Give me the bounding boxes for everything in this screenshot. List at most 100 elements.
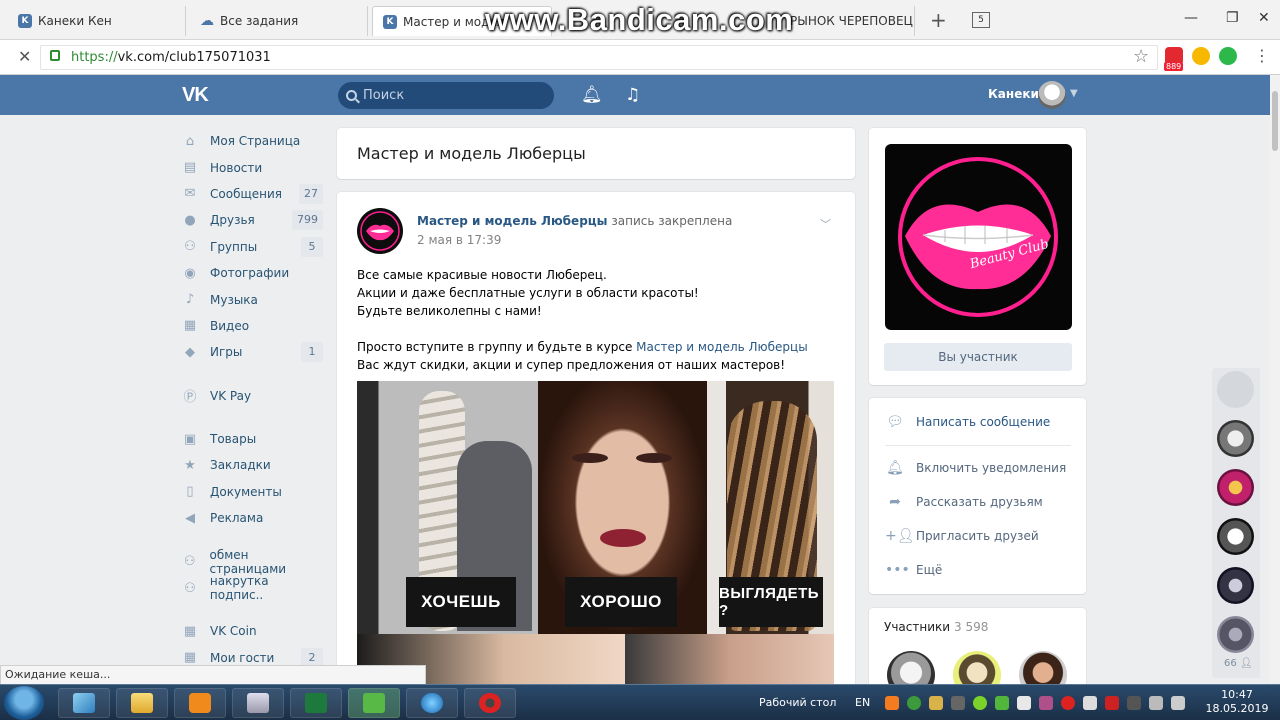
search-input[interactable] <box>363 88 543 103</box>
header-user-name[interactable]: Канеки <box>988 87 1039 101</box>
lock-icon[interactable] <box>50 50 60 61</box>
chevron-down-icon[interactable]: ▼ <box>1070 88 1078 99</box>
sidebar-item[interactable]: ♪ Музыка <box>180 286 325 312</box>
tray-icon[interactable] <box>907 696 921 710</box>
sidebar-item-label: Мои гости <box>210 650 275 665</box>
invite-friends-button[interactable]: +👤︎ Пригласить друзей <box>885 526 1039 546</box>
taskbar-app-button[interactable] <box>290 688 342 718</box>
sidebar-item[interactable]: ▣ Товары <box>180 426 325 452</box>
sidebar-item[interactable]: ◀ Реклама <box>180 505 325 531</box>
quick-friend-avatar[interactable] <box>1217 469 1254 506</box>
quick-friend-avatar[interactable] <box>1217 616 1254 653</box>
flag-icon[interactable] <box>1127 696 1141 710</box>
extension-badge: 889 <box>1164 62 1184 71</box>
record-icon[interactable] <box>1061 696 1075 710</box>
green-extension-icon[interactable] <box>1219 47 1237 65</box>
minimize-icon[interactable]: — <box>1184 10 1198 26</box>
browser-tab-strip: K Канеки Кен ☁ Все задания K Мастер и мо… <box>0 0 1280 40</box>
music-icon: ♪ <box>185 292 195 308</box>
group-cover-image[interactable]: Beauty Club <box>885 144 1072 330</box>
stop-loading-icon[interactable]: ✕ <box>18 47 31 66</box>
browser-tab-kaneki[interactable]: K Канеки Кен <box>8 6 186 36</box>
sidebar-item[interactable]: ⌂ Моя Страница <box>180 128 325 154</box>
dog-avatar-icon[interactable] <box>1217 371 1254 408</box>
sidebar-item[interactable]: ◆ Игры 1 <box>180 339 325 365</box>
vk-logo[interactable]: VK <box>182 84 209 107</box>
new-tab-button[interactable]: + <box>930 10 947 30</box>
taskbar-app-button[interactable] <box>174 688 226 718</box>
taskbar-app-button[interactable] <box>116 688 168 718</box>
sidebar-item[interactable]: ★ Закладки <box>180 452 325 478</box>
post-group-link[interactable]: Мастер и модель Люберцы <box>636 340 808 354</box>
volume-icon[interactable] <box>1171 696 1185 710</box>
chat-extension-icon[interactable] <box>1192 47 1210 65</box>
sidebar-item[interactable]: ● Друзья 799 <box>180 207 325 233</box>
music-icon[interactable]: ♫ <box>625 85 640 105</box>
search-box[interactable] <box>338 82 554 109</box>
close-window-icon[interactable]: ✕ <box>1258 10 1270 26</box>
bell-icon: 🔔︎ <box>886 460 904 476</box>
tray-icon[interactable] <box>1083 696 1097 710</box>
taskbar-app-button[interactable] <box>406 688 458 718</box>
taskbar-clock[interactable]: 10:47 18.05.2019 <box>1205 688 1269 716</box>
sidebar-item[interactable]: ◉ Фотографии <box>180 260 325 286</box>
post-author-link[interactable]: Мастер и модель Люберцы <box>417 214 608 228</box>
post-line: Акции и даже бесплатные услуги в области… <box>357 286 699 300</box>
enable-notifications-button[interactable]: 🔔︎ Включить уведомления <box>885 458 1066 478</box>
sidebar-item[interactable]: ▦ VK Coin <box>180 618 325 644</box>
desktop-toolbar-label[interactable]: Рабочий стол <box>759 696 836 709</box>
windows-start-button[interactable] <box>4 686 44 720</box>
header-avatar[interactable] <box>1038 81 1066 109</box>
post-image[interactable]: ХОЧЕШЬ ХОРОШО ВЫГЛЯДЕТЬ ? <box>357 381 834 692</box>
quick-friend-avatar[interactable] <box>1217 420 1254 457</box>
tray-icon[interactable] <box>973 696 987 710</box>
bag-icon: ▣ <box>183 431 197 447</box>
online-friends-count[interactable]: 66 👤︎ <box>1224 658 1253 669</box>
tray-icon[interactable] <box>885 696 899 710</box>
share-with-friends-button[interactable]: ➦ Рассказать друзьям <box>885 492 1043 512</box>
tray-icon[interactable] <box>929 696 943 710</box>
tray-icon[interactable] <box>1039 696 1053 710</box>
scrollbar-thumb[interactable] <box>1272 91 1278 151</box>
tray-icon[interactable] <box>1017 696 1031 710</box>
sidebar-item[interactable]: ▯ Документы <box>180 479 325 505</box>
games-icon: ◆ <box>185 344 195 360</box>
sidebar-item[interactable]: ▦ Видео <box>180 313 325 339</box>
post-author-avatar[interactable] <box>357 208 403 254</box>
language-indicator[interactable]: EN <box>855 696 870 709</box>
sidebar-item[interactable]: ✉ Сообщения 27 <box>180 181 325 207</box>
page-scrollbar[interactable] <box>1270 75 1280 683</box>
taskbar-app-button[interactable] <box>58 688 110 718</box>
url-field[interactable]: https://vk.com/club175071031 <box>40 45 1158 70</box>
bookmark-star-icon[interactable]: ☆ <box>1133 46 1149 67</box>
quick-friend-avatar[interactable] <box>1217 567 1254 604</box>
more-actions-button[interactable]: ••• Ещё <box>885 560 942 580</box>
taskbar-app-button[interactable] <box>232 688 284 718</box>
post-menu-chevron-icon[interactable]: ﹀ <box>820 216 831 232</box>
quick-friend-avatar[interactable] <box>1217 518 1254 555</box>
write-message-button[interactable]: 💬︎ Написать сообщение <box>885 412 1050 432</box>
download-arrow-icon[interactable] <box>995 696 1009 710</box>
tab-count-badge[interactable]: 5 <box>972 12 990 28</box>
action-label: Написать сообщение <box>916 415 1051 429</box>
taskbar-app-button[interactable] <box>464 688 516 718</box>
network-icon[interactable] <box>1149 696 1163 710</box>
members-heading[interactable]: Участники 3 598 <box>884 620 988 634</box>
tray-icon[interactable] <box>951 696 965 710</box>
sidebar-item[interactable]: Ⓟ VK Pay <box>180 383 325 409</box>
sidebar-item[interactable]: ⚇ обмен страницами <box>180 548 325 576</box>
post-date[interactable]: 2 мая в 17:39 <box>417 233 501 247</box>
tray-icon[interactable] <box>1105 696 1119 710</box>
member-status-button[interactable]: Вы участник <box>884 343 1072 371</box>
sidebar-item-label: Сообщения <box>210 186 283 201</box>
browser-menu-icon[interactable]: ⋮ <box>1254 46 1270 65</box>
sidebar-item[interactable]: ▤ Новости <box>180 154 325 180</box>
sidebar-item[interactable]: ⚇ Группы 5 <box>180 234 325 260</box>
browser-tab-tasks[interactable]: ☁ Все задания <box>190 6 368 36</box>
bell-icon[interactable]: 🔔︎ <box>581 85 603 105</box>
sidebar-item[interactable]: ⚇ накрутка подпис.. <box>180 574 325 602</box>
restore-icon[interactable]: ❐ <box>1226 10 1239 26</box>
taskbar-app-button[interactable] <box>348 688 400 718</box>
sidebar-item-label: Друзья <box>210 213 255 228</box>
more-dots-icon: ••• <box>885 562 910 578</box>
